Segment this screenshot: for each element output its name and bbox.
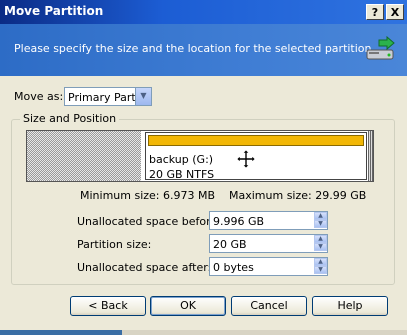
- window-title: Move Partition: [4, 4, 104, 18]
- dialog-header: Please specify the size and the location…: [0, 24, 407, 76]
- partition-size-spinner[interactable]: ▲ ▼: [314, 235, 327, 252]
- partition-size-label: Partition size:: [77, 238, 152, 251]
- partition-block[interactable]: backup (G:) 20 GB NTFS: [145, 132, 367, 181]
- partition-size-value: 20 GB: [213, 238, 247, 251]
- move-partition-icon: [366, 36, 395, 60]
- unallocated-before-value: 9.996 GB: [213, 215, 265, 228]
- move-as-value: Primary Partition: [68, 91, 136, 104]
- ok-button[interactable]: OK: [150, 296, 226, 316]
- minimum-size-text: Minimum size: 6.973 MB: [80, 189, 216, 202]
- close-button[interactable]: X: [386, 4, 404, 20]
- unallocated-before-label: Unallocated space before:: [77, 215, 221, 228]
- chevron-down-icon[interactable]: ▼: [135, 88, 151, 105]
- unallocated-before-input[interactable]: 9.996 GB ▲ ▼: [209, 211, 328, 230]
- partition-size-input[interactable]: 20 GB ▲ ▼: [209, 234, 328, 253]
- cancel-button[interactable]: Cancel: [231, 296, 307, 316]
- unallocated-after-input[interactable]: 0 bytes ▲ ▼: [209, 257, 328, 276]
- taskbar-strip: [0, 330, 407, 335]
- partition-label: backup (G:): [149, 153, 214, 166]
- unallocated-before-area[interactable]: [27, 131, 141, 181]
- unallocated-after-spinner[interactable]: ▲ ▼: [314, 258, 327, 275]
- unallocated-before-spinner[interactable]: ▲ ▼: [314, 212, 327, 229]
- partition-detail: 20 GB NTFS: [149, 168, 215, 181]
- unallocated-after-value: 0 bytes: [213, 261, 254, 274]
- move-as-label: Move as:: [14, 90, 64, 103]
- group-title: Size and Position: [20, 112, 120, 125]
- maximum-size-text: Maximum size: 29.99 GB: [229, 189, 367, 202]
- title-bar: Move Partition ? X: [0, 0, 407, 24]
- back-button[interactable]: < Back: [70, 296, 146, 316]
- move-as-select[interactable]: Primary Partition ▼: [64, 87, 152, 106]
- unallocated-after-label: Unallocated space after:: [77, 261, 212, 274]
- header-description: Please specify the size and the location…: [14, 42, 376, 55]
- partition-layout-bar[interactable]: backup (G:) 20 GB NTFS: [26, 130, 374, 182]
- partition-usage-bar: [148, 135, 364, 146]
- help-title-button[interactable]: ?: [366, 4, 384, 20]
- resize-handle[interactable]: [368, 131, 373, 181]
- help-button[interactable]: Help: [312, 296, 388, 316]
- move-cursor-icon: [236, 149, 256, 169]
